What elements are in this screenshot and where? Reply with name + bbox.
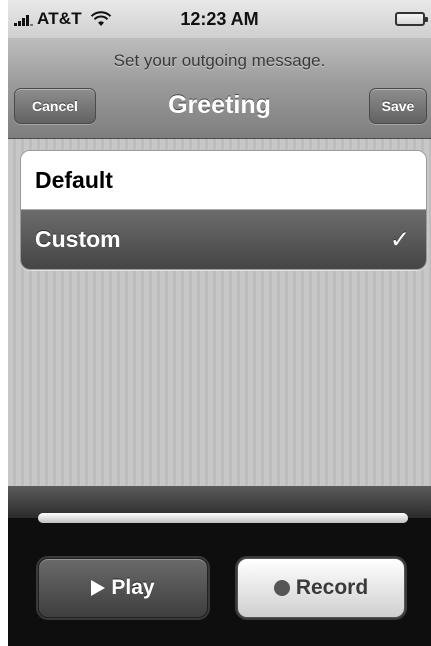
playback-panel: Play Record	[8, 486, 431, 646]
status-time: 12:23 AM	[180, 8, 259, 29]
option-default-label: Default	[35, 166, 113, 193]
record-button-label: Record	[295, 576, 369, 599]
page-title: Greeting	[168, 91, 271, 119]
option-custom[interactable]: Custom ✓	[21, 210, 426, 269]
status-bar: AT&T 12:23 AM	[8, 0, 431, 38]
battery-icon	[395, 12, 428, 26]
greeting-options-list: Default Custom ✓	[20, 150, 427, 270]
option-custom-label: Custom	[35, 226, 121, 252]
save-button[interactable]: Save	[369, 88, 427, 124]
record-button[interactable]: Record	[237, 558, 405, 618]
playback-progress-fill	[38, 513, 408, 523]
nav-prompt: Set your outgoing message.	[113, 51, 326, 70]
play-icon	[91, 580, 106, 596]
content-area: Default Custom ✓	[8, 139, 431, 486]
navigation-bar: Set your outgoing message. Cancel Greeti…	[8, 38, 431, 139]
checkmark-icon: ✓	[389, 226, 410, 253]
option-default[interactable]: Default	[21, 151, 426, 210]
record-icon	[273, 580, 290, 596]
play-button-label: Play	[111, 576, 155, 599]
play-button[interactable]: Play	[38, 558, 208, 618]
phone-screen: AT&T 12:23 AM Set your outgoing message.…	[0, 0, 431, 646]
playback-progress-bar	[38, 513, 408, 523]
